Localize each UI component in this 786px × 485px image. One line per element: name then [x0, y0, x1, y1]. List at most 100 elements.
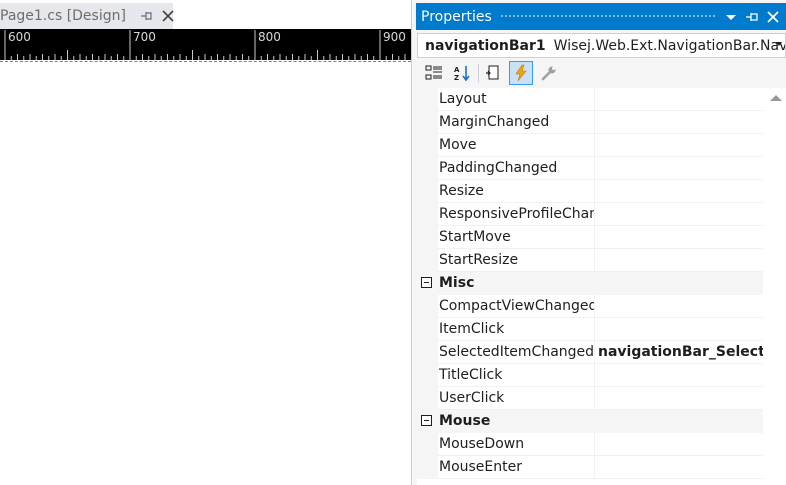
event-name: MouseEnter: [438, 456, 595, 479]
designer-pane: Page1.cs [Design] 600 700 800 900: [0, 0, 411, 485]
row-gutter: [417, 134, 438, 157]
properties-panel: Properties navigationBar1 Wisej.Web.Ext.…: [411, 0, 786, 485]
event-handler-value[interactable]: [595, 88, 763, 111]
event-row[interactable]: MouseDown: [417, 433, 763, 456]
row-gutter: [417, 433, 438, 456]
alphabetical-icon[interactable]: A Z: [450, 61, 474, 85]
ruler-label: 800: [258, 30, 281, 44]
event-name: PaddingChanged: [438, 157, 595, 180]
event-handler-value[interactable]: [595, 295, 763, 318]
pin-icon[interactable]: [138, 8, 154, 24]
event-row[interactable]: StartResize: [417, 249, 763, 272]
event-name: MarginChanged: [438, 111, 595, 134]
category-row: Misc: [417, 272, 763, 295]
row-gutter: [417, 157, 438, 180]
event-name: StartMove: [438, 226, 595, 249]
design-canvas[interactable]: [0, 64, 411, 485]
scroll-up-icon[interactable]: [770, 95, 782, 101]
category-name: Mouse: [439, 413, 491, 429]
document-tab[interactable]: Page1.cs [Design]: [0, 3, 176, 29]
properties-toolbar: A Z: [417, 60, 786, 86]
categorized-icon[interactable]: [422, 61, 446, 85]
events-lightning-icon[interactable]: [509, 61, 533, 85]
event-row[interactable]: MarginChanged: [417, 111, 763, 134]
row-gutter: [417, 295, 438, 318]
horizontal-ruler: 600 700 800 900: [0, 29, 411, 60]
svg-text:Z: Z: [454, 74, 459, 82]
row-gutter: [417, 249, 438, 272]
event-handler-value[interactable]: [595, 249, 763, 272]
design-surface-edge: [0, 61, 411, 62]
row-gutter: [417, 318, 438, 341]
event-handler-value[interactable]: [595, 318, 763, 341]
row-gutter: [417, 226, 438, 249]
event-handler-value[interactable]: [595, 134, 763, 157]
object-selector[interactable]: navigationBar1 Wisej.Web.Ext.NavigationB…: [417, 33, 786, 58]
event-row[interactable]: UserClick: [417, 387, 763, 410]
event-name: ResponsiveProfileChang: [438, 203, 595, 226]
chevron-down-icon[interactable]: [776, 42, 782, 46]
event-name: StartResize: [438, 249, 595, 272]
event-handler-value[interactable]: [595, 226, 763, 249]
event-row[interactable]: TitleClick: [417, 364, 763, 387]
ruler-label: 900: [383, 30, 406, 44]
row-gutter: [417, 203, 438, 226]
event-name: Layout: [438, 88, 595, 111]
event-row[interactable]: PaddingChanged: [417, 157, 763, 180]
ruler-label: 700: [133, 30, 156, 44]
drag-grip[interactable]: [499, 14, 715, 19]
property-grid: Layout MarginChanged Move PaddingChanged Res…: [417, 88, 786, 485]
property-pages-wrench-icon[interactable]: [537, 61, 561, 85]
event-handler-value[interactable]: [595, 157, 763, 180]
event-row[interactable]: Layout: [417, 88, 763, 111]
event-handler-value[interactable]: [595, 203, 763, 226]
close-icon[interactable]: [160, 8, 176, 24]
close-icon[interactable]: [765, 9, 781, 25]
category-row: Mouse: [417, 410, 763, 433]
event-row[interactable]: Resize: [417, 180, 763, 203]
event-row[interactable]: SelectedItemChangednavigationBar_Selecte…: [417, 341, 763, 364]
collapse-minus-icon[interactable]: [421, 415, 432, 426]
event-handler-value[interactable]: [595, 364, 763, 387]
event-row[interactable]: CompactViewChanged: [417, 295, 763, 318]
object-name: navigationBar1: [425, 37, 546, 54]
event-name: ItemClick: [438, 318, 595, 341]
row-gutter: [417, 180, 438, 203]
event-handler-value[interactable]: navigationBar_SelectedI: [595, 341, 763, 364]
toolbar-separator: [478, 64, 479, 82]
vertical-scrollbar[interactable]: [763, 88, 786, 485]
properties-icon[interactable]: [481, 61, 505, 85]
properties-title: Properties: [421, 8, 492, 25]
event-row[interactable]: MouseEnter: [417, 456, 763, 479]
row-gutter: [417, 456, 438, 479]
event-row[interactable]: ItemClick: [417, 318, 763, 341]
event-handler-value[interactable]: [595, 180, 763, 203]
event-name: CompactViewChanged: [438, 295, 595, 318]
event-row[interactable]: Move: [417, 134, 763, 157]
row-gutter: [417, 88, 438, 111]
event-handler-value[interactable]: [595, 387, 763, 410]
event-name: SelectedItemChanged: [438, 341, 595, 364]
row-gutter: [417, 341, 438, 364]
pin-icon[interactable]: [744, 9, 760, 25]
event-name: MouseDown: [438, 433, 595, 456]
ruler-label: 600: [8, 30, 31, 44]
event-name: Resize: [438, 180, 595, 203]
event-handler-value[interactable]: [595, 111, 763, 134]
event-row[interactable]: ResponsiveProfileChang: [417, 203, 763, 226]
svg-text:A: A: [454, 66, 460, 74]
event-row[interactable]: StartMove: [417, 226, 763, 249]
row-gutter: [417, 111, 438, 134]
category-name: Misc: [439, 275, 475, 291]
collapse-minus-icon[interactable]: [421, 277, 432, 288]
row-gutter: [417, 364, 438, 387]
document-tab-title: Page1.cs [Design]: [0, 8, 126, 24]
event-handler-value[interactable]: [595, 456, 763, 479]
dropdown-arrow-icon[interactable]: [723, 9, 739, 25]
event-name: TitleClick: [438, 364, 595, 387]
event-name: Move: [438, 134, 595, 157]
document-tab-strip: Page1.cs [Design]: [0, 0, 411, 29]
event-handler-value[interactable]: [595, 433, 763, 456]
event-name: UserClick: [438, 387, 595, 410]
properties-titlebar[interactable]: Properties: [416, 3, 786, 30]
